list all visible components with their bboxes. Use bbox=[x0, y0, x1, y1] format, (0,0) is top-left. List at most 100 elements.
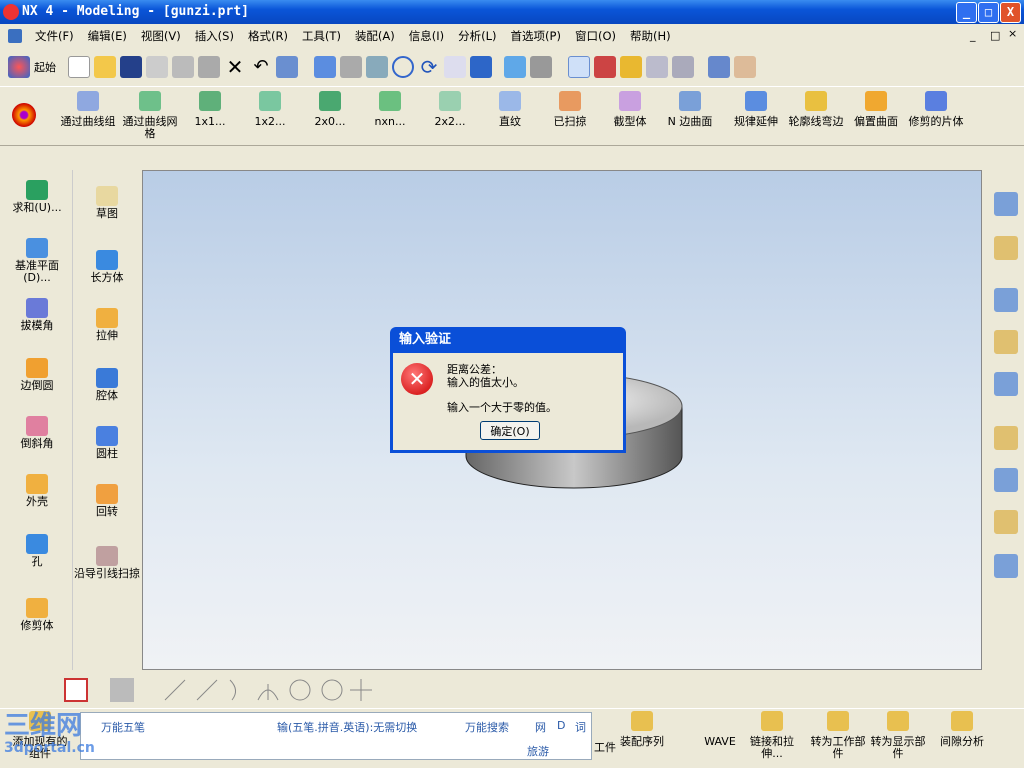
reuse-library-icon[interactable] bbox=[994, 468, 1018, 492]
partial-tool-label[interactable]: 工件 bbox=[594, 739, 616, 755]
save-icon[interactable] bbox=[120, 56, 142, 78]
doc-minimize-button[interactable]: _ bbox=[970, 29, 976, 42]
ime-link-web[interactable]: 网 bbox=[535, 719, 546, 735]
minimize-button[interactable]: _ bbox=[956, 2, 977, 23]
ime-search[interactable]: 万能搜索 bbox=[465, 719, 509, 735]
ime-travel[interactable]: 旅游 bbox=[527, 743, 549, 759]
surface-tool[interactable]: 1x2... bbox=[240, 91, 300, 128]
menu-tools[interactable]: 工具(T) bbox=[295, 28, 348, 44]
cut-icon[interactable] bbox=[146, 56, 168, 78]
ruler-icon[interactable] bbox=[708, 56, 730, 78]
ok-button[interactable]: 确定(O) bbox=[480, 421, 540, 440]
feature-tool[interactable]: 修剪体 bbox=[2, 598, 72, 632]
menu-analysis[interactable]: 分析(L) bbox=[451, 28, 503, 44]
surface-tool[interactable]: 通过曲线组 bbox=[58, 91, 118, 128]
assembly-tool[interactable]: 间隙分析 bbox=[932, 711, 992, 748]
snap-icon[interactable] bbox=[110, 678, 134, 702]
shade-icon[interactable] bbox=[470, 56, 492, 78]
form-feature-tool[interactable]: 回转 bbox=[72, 484, 142, 518]
feature-tool[interactable]: 边倒圆 bbox=[2, 358, 72, 392]
feature-tool[interactable]: 拔模角 bbox=[2, 298, 72, 332]
cube-view-icon[interactable] bbox=[504, 56, 526, 78]
maximize-button[interactable]: □ bbox=[978, 2, 999, 23]
surface-tool[interactable]: 已扫掠 bbox=[540, 91, 600, 128]
menu-information[interactable]: 信息(I) bbox=[402, 28, 451, 44]
help-icon[interactable] bbox=[994, 372, 1018, 396]
surface-menu-icon[interactable] bbox=[12, 103, 36, 127]
menu-help[interactable]: 帮助(H) bbox=[623, 28, 678, 44]
zoom-icon[interactable] bbox=[392, 56, 414, 78]
paste-icon[interactable] bbox=[198, 56, 220, 78]
rotate-icon[interactable]: ⟳ bbox=[418, 56, 440, 78]
surface-tool[interactable]: 2x2... bbox=[420, 91, 480, 128]
sketch-icon[interactable] bbox=[594, 56, 616, 78]
fit-icon[interactable] bbox=[314, 56, 336, 78]
close-button[interactable]: X bbox=[1000, 2, 1021, 23]
form-feature-tool[interactable]: 长方体 bbox=[72, 250, 142, 284]
surface-tool[interactable]: 规律延伸 bbox=[726, 91, 786, 128]
surface-tool[interactable]: 偏置曲面 bbox=[846, 91, 906, 128]
web-browser-icon[interactable] bbox=[994, 288, 1018, 312]
assembly-tool[interactable]: 转为显示部件 bbox=[868, 711, 928, 760]
start-button[interactable]: 起始 bbox=[34, 59, 56, 75]
menu-assemblies[interactable]: 装配(A) bbox=[348, 28, 402, 44]
zoom-area-icon[interactable] bbox=[366, 56, 388, 78]
assembly-tool[interactable]: 装配序列 bbox=[612, 711, 672, 748]
feature-tool[interactable]: 基准平面(D)... bbox=[2, 238, 72, 284]
surface-tool[interactable]: 轮廓线弯边 bbox=[786, 91, 846, 128]
surface-tool[interactable]: 直纹 bbox=[480, 91, 540, 128]
feature-tool[interactable]: 倒斜角 bbox=[2, 416, 72, 450]
copy-icon[interactable] bbox=[172, 56, 194, 78]
angle-icon[interactable] bbox=[734, 56, 756, 78]
part-navigator-icon[interactable] bbox=[994, 236, 1018, 260]
surface-tool[interactable]: 2x0... bbox=[300, 91, 360, 128]
feature-tool[interactable]: 孔 bbox=[2, 534, 72, 568]
measure-icon[interactable] bbox=[646, 56, 668, 78]
undo-icon[interactable]: ↶ bbox=[250, 56, 272, 78]
surface-tool[interactable]: nxn... bbox=[360, 91, 420, 128]
snap-point-icons[interactable] bbox=[160, 676, 390, 704]
form-feature-tool[interactable]: 沿导引线扫掠 bbox=[72, 546, 142, 580]
ime-name[interactable]: 万能五笔 bbox=[101, 719, 145, 735]
training-icon[interactable] bbox=[994, 330, 1018, 354]
menu-view[interactable]: 视图(V) bbox=[134, 28, 188, 44]
doc-maximize-button[interactable]: □ bbox=[990, 29, 1000, 42]
surface-tool[interactable]: 修剪的片体 bbox=[906, 91, 966, 128]
pan-icon[interactable] bbox=[444, 56, 466, 78]
assembly-tool[interactable]: WAVE bbox=[690, 711, 750, 748]
render-icon[interactable] bbox=[530, 56, 552, 78]
menu-window[interactable]: 窗口(O) bbox=[568, 28, 623, 44]
menu-insert[interactable]: 插入(S) bbox=[188, 28, 241, 44]
menu-file[interactable]: 文件(F) bbox=[28, 28, 81, 44]
assembly-navigator-icon[interactable] bbox=[994, 192, 1018, 216]
wcs-icon[interactable] bbox=[568, 56, 590, 78]
surface-tool[interactable]: 通过曲线网格 bbox=[120, 91, 180, 140]
surface-tool[interactable]: 截型体 bbox=[600, 91, 660, 128]
form-feature-tool[interactable]: 拉伸 bbox=[72, 308, 142, 342]
menu-edit[interactable]: 编辑(E) bbox=[81, 28, 134, 44]
info-icon[interactable] bbox=[276, 56, 298, 78]
delete-icon[interactable]: ✕ bbox=[224, 56, 246, 78]
assembly-tool[interactable]: 转为工作部件 bbox=[808, 711, 868, 760]
menu-format[interactable]: 格式(R) bbox=[241, 28, 295, 44]
flow-icon[interactable] bbox=[620, 56, 642, 78]
menu-preferences[interactable]: 首选项(P) bbox=[504, 28, 568, 44]
assembly-tool[interactable]: 链接和拉伸... bbox=[742, 711, 802, 760]
feature-tool[interactable]: 求和(U)... bbox=[2, 180, 72, 214]
form-feature-tool[interactable]: 圆柱 bbox=[72, 426, 142, 460]
form-feature-tool[interactable]: 腔体 bbox=[72, 368, 142, 402]
surface-tool[interactable]: 1x1... bbox=[180, 91, 240, 128]
form-feature-tool[interactable]: 草图 bbox=[72, 186, 142, 220]
process-icon[interactable] bbox=[994, 510, 1018, 534]
doc-close-button[interactable]: × bbox=[1008, 27, 1017, 40]
selection-filter-icon[interactable] bbox=[64, 678, 88, 702]
zoom-window-icon[interactable] bbox=[340, 56, 362, 78]
ime-link-doc[interactable]: D bbox=[557, 719, 565, 732]
ime-link-word[interactable]: 词 bbox=[575, 719, 586, 735]
roles-icon[interactable] bbox=[994, 554, 1018, 578]
open-folder-icon[interactable] bbox=[94, 56, 116, 78]
measure2-icon[interactable] bbox=[672, 56, 694, 78]
feature-tool[interactable]: 外壳 bbox=[2, 474, 72, 508]
surface-tool[interactable]: N 边曲面 bbox=[660, 91, 720, 128]
new-file-icon[interactable] bbox=[68, 56, 90, 78]
